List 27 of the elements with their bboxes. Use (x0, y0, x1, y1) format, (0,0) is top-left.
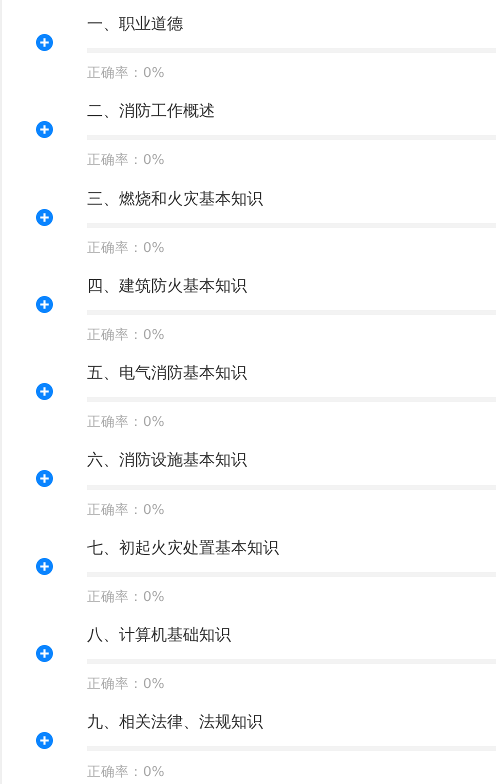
plus-icon[interactable] (36, 296, 53, 313)
plus-icon[interactable] (36, 470, 53, 488)
chapter-title[interactable]: 四、建筑防火基本知识 (87, 274, 247, 302)
plus-icon[interactable] (36, 645, 53, 662)
accuracy-text: 正确率：0% (87, 588, 164, 607)
plus-icon[interactable] (36, 558, 53, 575)
accuracy-text: 正确率：0% (87, 413, 164, 432)
plus-icon[interactable] (36, 383, 53, 400)
chapter-title[interactable]: 五、电气消防基本知识 (87, 361, 247, 390)
chapter-title[interactable]: 九、相关法律、法规知识 (87, 710, 263, 738)
plus-icon[interactable] (36, 121, 53, 138)
accuracy-text: 正确率：0% (87, 64, 164, 84)
plus-icon[interactable] (36, 732, 53, 750)
accuracy-text: 正确率：0% (87, 500, 164, 520)
chapter-title[interactable]: 三、燃烧和火灾基本知识 (87, 186, 263, 215)
plus-icon[interactable] (36, 208, 53, 226)
chapter-title[interactable]: 二、消防工作概述 (87, 99, 215, 128)
chapter-title[interactable]: 六、消防设施基本知识 (87, 448, 247, 477)
plus-icon[interactable] (36, 34, 53, 51)
accuracy-text: 正确率：0% (87, 326, 164, 346)
accuracy-text: 正确率：0% (87, 151, 164, 170)
chapter-title[interactable]: 八、计算机基础知识 (87, 623, 231, 652)
chapter-title[interactable]: 七、初起火灾处置基本知识 (87, 536, 279, 564)
accuracy-text: 正确率：0% (87, 675, 164, 694)
accuracy-text: 正确率：0% (87, 762, 164, 782)
accuracy-text: 正确率：0% (87, 238, 164, 258)
chapter-title[interactable]: 一、职业道德 (87, 12, 183, 40)
